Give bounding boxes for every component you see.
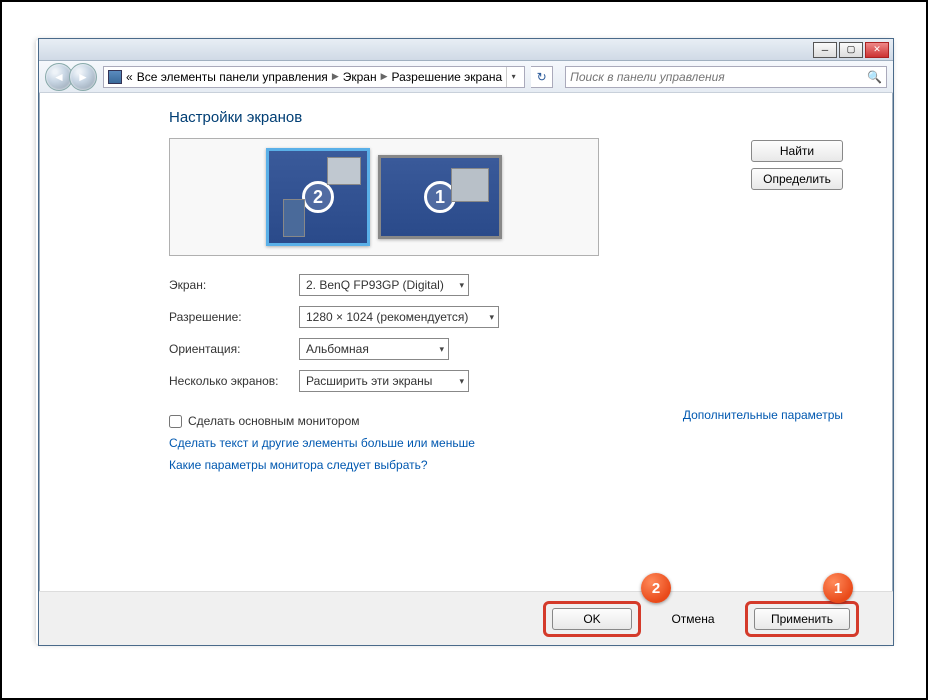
multi-label: Несколько экранов: (169, 374, 299, 388)
resolution-combo[interactable]: 1280 × 1024 (рекомендуется) (299, 306, 499, 328)
search-input[interactable] (570, 70, 867, 84)
close-button[interactable]: ✕ (865, 42, 889, 58)
cancel-button[interactable]: Отмена (653, 608, 733, 630)
callout-2: 2 (641, 573, 671, 603)
breadcrumb[interactable]: « Все элементы панели управления ▶ Экран… (103, 66, 525, 88)
make-primary-checkbox[interactable] (169, 415, 182, 428)
highlight-ring: Применить (745, 601, 859, 637)
search-icon[interactable]: 🔍 (867, 70, 882, 84)
which-settings-link[interactable]: Какие параметры монитора следует выбрать… (169, 458, 843, 472)
control-panel-window: ─ ▢ ✕ ◄ ► « Все элементы панели управлен… (38, 38, 894, 646)
breadcrumb-dropdown[interactable]: ▾ (506, 67, 520, 87)
refresh-button[interactable]: ↻ (531, 66, 553, 88)
find-button[interactable]: Найти (751, 140, 843, 162)
callout-1: 1 (823, 573, 853, 603)
text-size-link[interactable]: Сделать текст и другие элементы больше и… (169, 436, 843, 450)
make-primary-label: Сделать основным монитором (188, 414, 360, 428)
chevron-right-icon: ▶ (381, 71, 388, 82)
screen-combo[interactable]: 2. BenQ FP93GP (Digital) (299, 274, 469, 296)
apply-button[interactable]: Применить (754, 608, 850, 630)
orientation-combo[interactable]: Альбомная (299, 338, 449, 360)
breadcrumb-item[interactable]: Экран (343, 70, 377, 84)
content-area: Настройки экранов 2 1 Найти Определить Э… (39, 93, 893, 645)
chevron-right-icon: ▶ (332, 71, 339, 82)
monitor-1[interactable]: 1 (378, 155, 502, 239)
search-box[interactable]: 🔍 (565, 66, 887, 88)
resolution-label: Разрешение: (169, 310, 299, 324)
forward-button[interactable]: ► (69, 63, 97, 91)
button-bar: OK Отмена Применить (39, 591, 893, 645)
control-panel-icon (108, 70, 122, 84)
monitor-number: 2 (302, 181, 334, 213)
breadcrumb-item[interactable]: Разрешение экрана (392, 70, 503, 84)
display-preview[interactable]: 2 1 (169, 138, 599, 256)
maximize-button[interactable]: ▢ (839, 42, 863, 58)
advanced-settings-link[interactable]: Дополнительные параметры (683, 408, 843, 422)
minimize-button[interactable]: ─ (813, 42, 837, 58)
multi-displays-combo[interactable]: Расширить эти экраны (299, 370, 469, 392)
highlight-ring: OK (543, 601, 641, 637)
address-bar: ◄ ► « Все элементы панели управления ▶ Э… (39, 61, 893, 93)
breadcrumb-item[interactable]: Все элементы панели управления (137, 70, 328, 84)
identify-button[interactable]: Определить (751, 168, 843, 190)
orientation-label: Ориентация: (169, 342, 299, 356)
screen-label: Экран: (169, 278, 299, 292)
breadcrumb-prefix: « (126, 70, 133, 84)
ok-button[interactable]: OK (552, 608, 632, 630)
titlebar: ─ ▢ ✕ (39, 39, 893, 61)
page-title: Настройки экранов (169, 109, 843, 126)
monitor-2[interactable]: 2 (266, 148, 370, 246)
